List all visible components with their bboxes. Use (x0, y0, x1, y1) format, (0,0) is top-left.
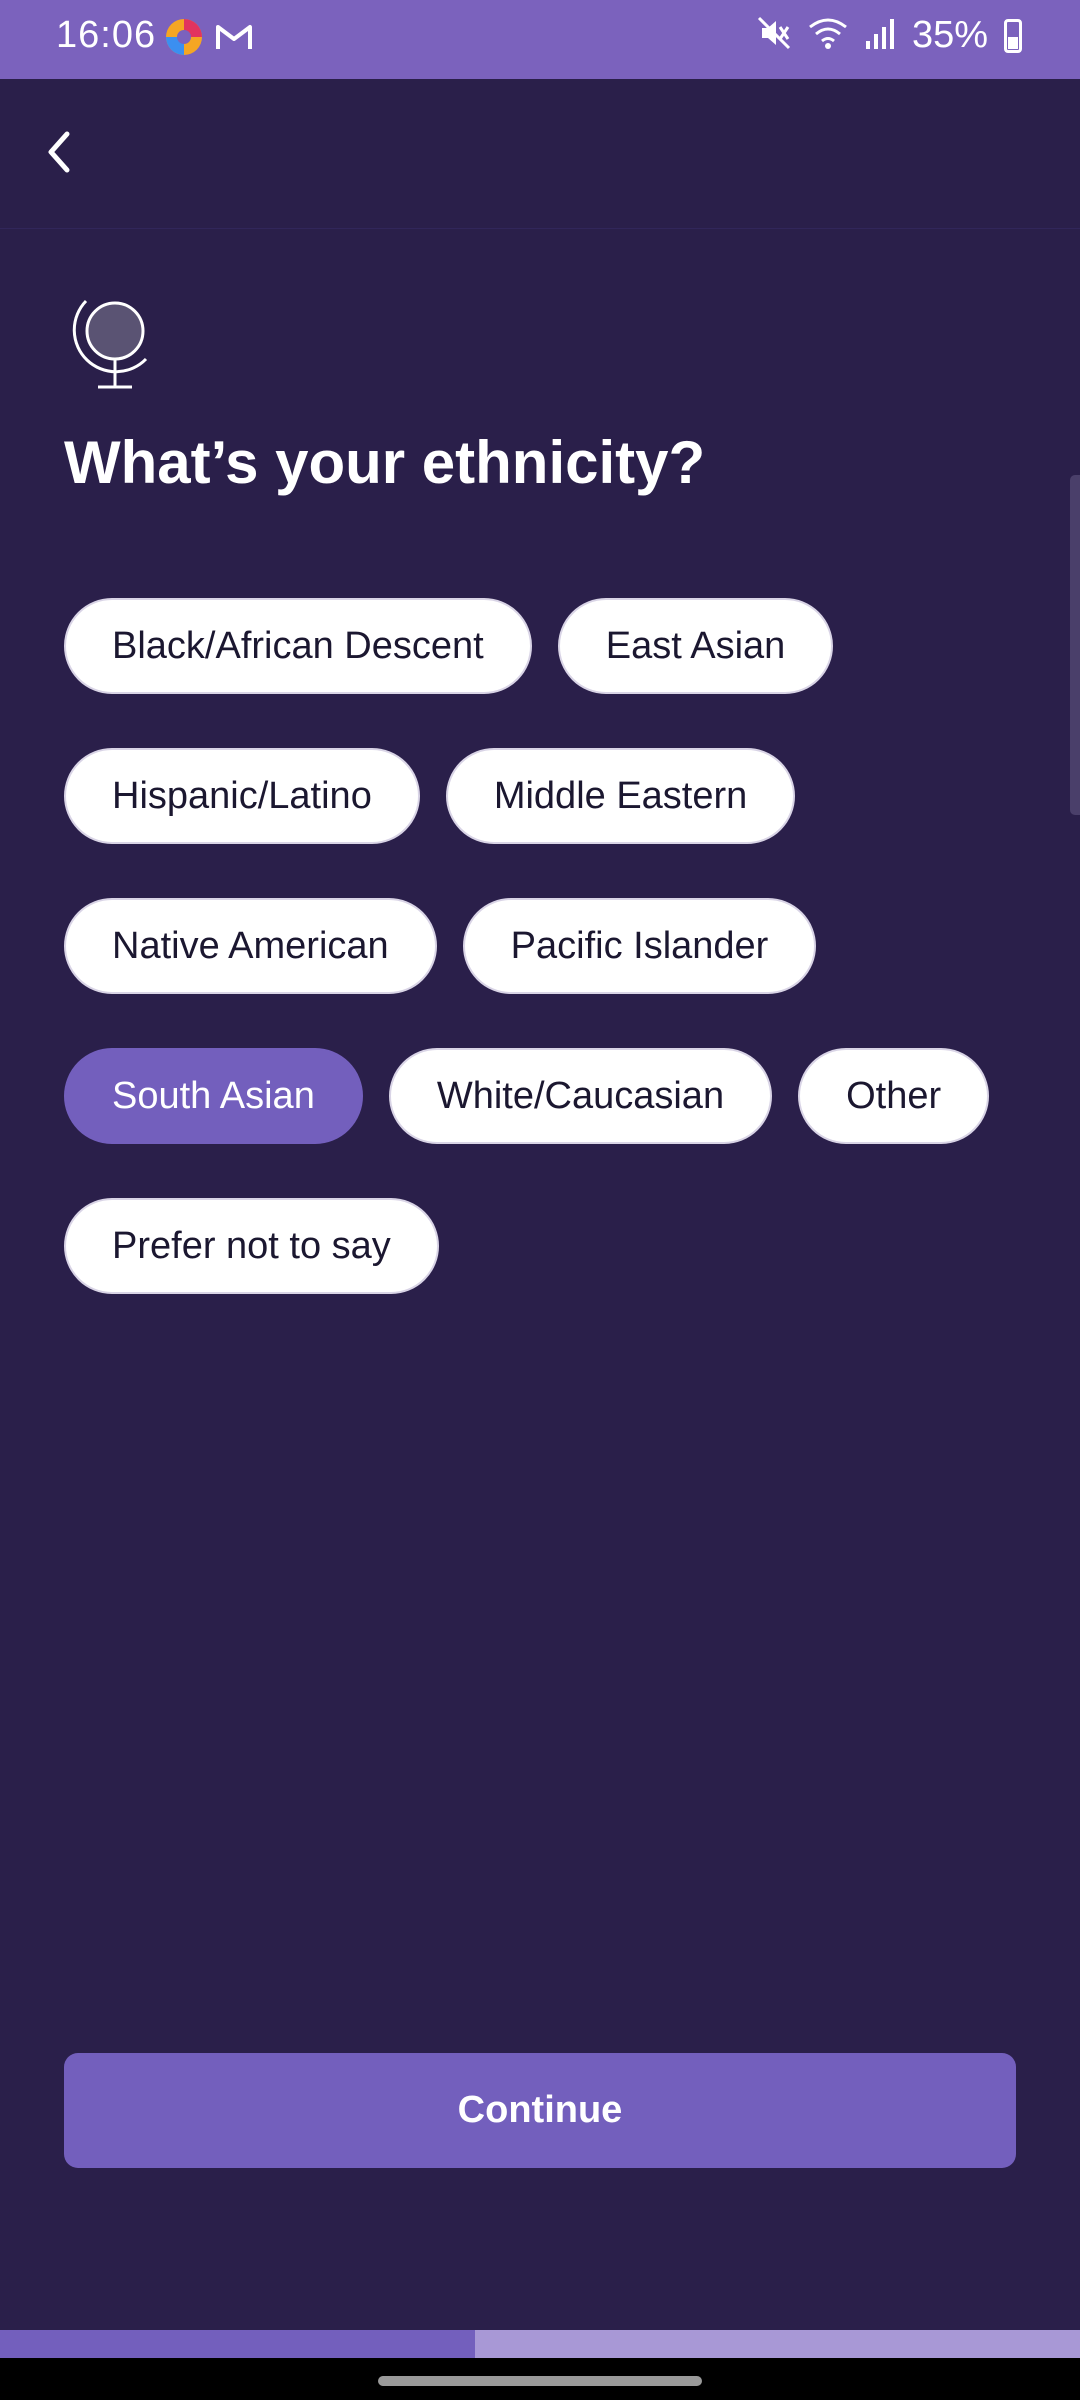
battery-percent: 35% (911, 14, 988, 56)
ethnicity-option-chip[interactable]: Hispanic/Latino (64, 748, 420, 844)
ethnicity-option-chip[interactable]: White/Caucasian (388, 1048, 773, 1144)
status-time: 16:06 (56, 14, 157, 56)
gmail-icon (214, 17, 254, 62)
scrollbar[interactable] (1070, 475, 1080, 815)
chevron-left-icon (43, 128, 73, 181)
ethnicity-options: Black/African Descent East Asian Hispanic/… (64, 598, 1024, 1294)
ethnicity-option-chip[interactable]: Middle Eastern (445, 748, 796, 844)
mute-icon (756, 15, 792, 56)
firefox-icon (164, 17, 204, 62)
page-title: What’s your ethnicity? (64, 429, 706, 496)
signal-icon (864, 15, 896, 56)
battery-icon (1004, 18, 1022, 53)
globe-icon (66, 295, 156, 395)
status-bar: 16:06 35% (0, 0, 1080, 79)
status-app-icons (164, 17, 254, 62)
ethnicity-option-chip[interactable]: South Asian (64, 1048, 363, 1144)
ethnicity-option-chip[interactable]: Pacific Islander (462, 898, 817, 994)
app-bar (0, 79, 1080, 229)
ethnicity-option-chip[interactable]: Black/African Descent (64, 598, 532, 694)
system-nav-bar (0, 2358, 1080, 2400)
ethnicity-option-chip[interactable]: Other (798, 1048, 990, 1144)
ethnicity-option-chip[interactable]: Prefer not to say (64, 1198, 439, 1294)
continue-button[interactable]: Continue (64, 2053, 1016, 2168)
home-handle[interactable] (378, 2376, 702, 2386)
progress-bar (0, 2330, 1080, 2358)
status-right: 35% (756, 14, 1022, 57)
ethnicity-option-chip[interactable]: Native American (64, 898, 437, 994)
progress-fill (0, 2330, 476, 2358)
wifi-icon (808, 15, 848, 56)
ethnicity-option-chip[interactable]: East Asian (557, 598, 834, 694)
back-button[interactable] (34, 123, 82, 185)
